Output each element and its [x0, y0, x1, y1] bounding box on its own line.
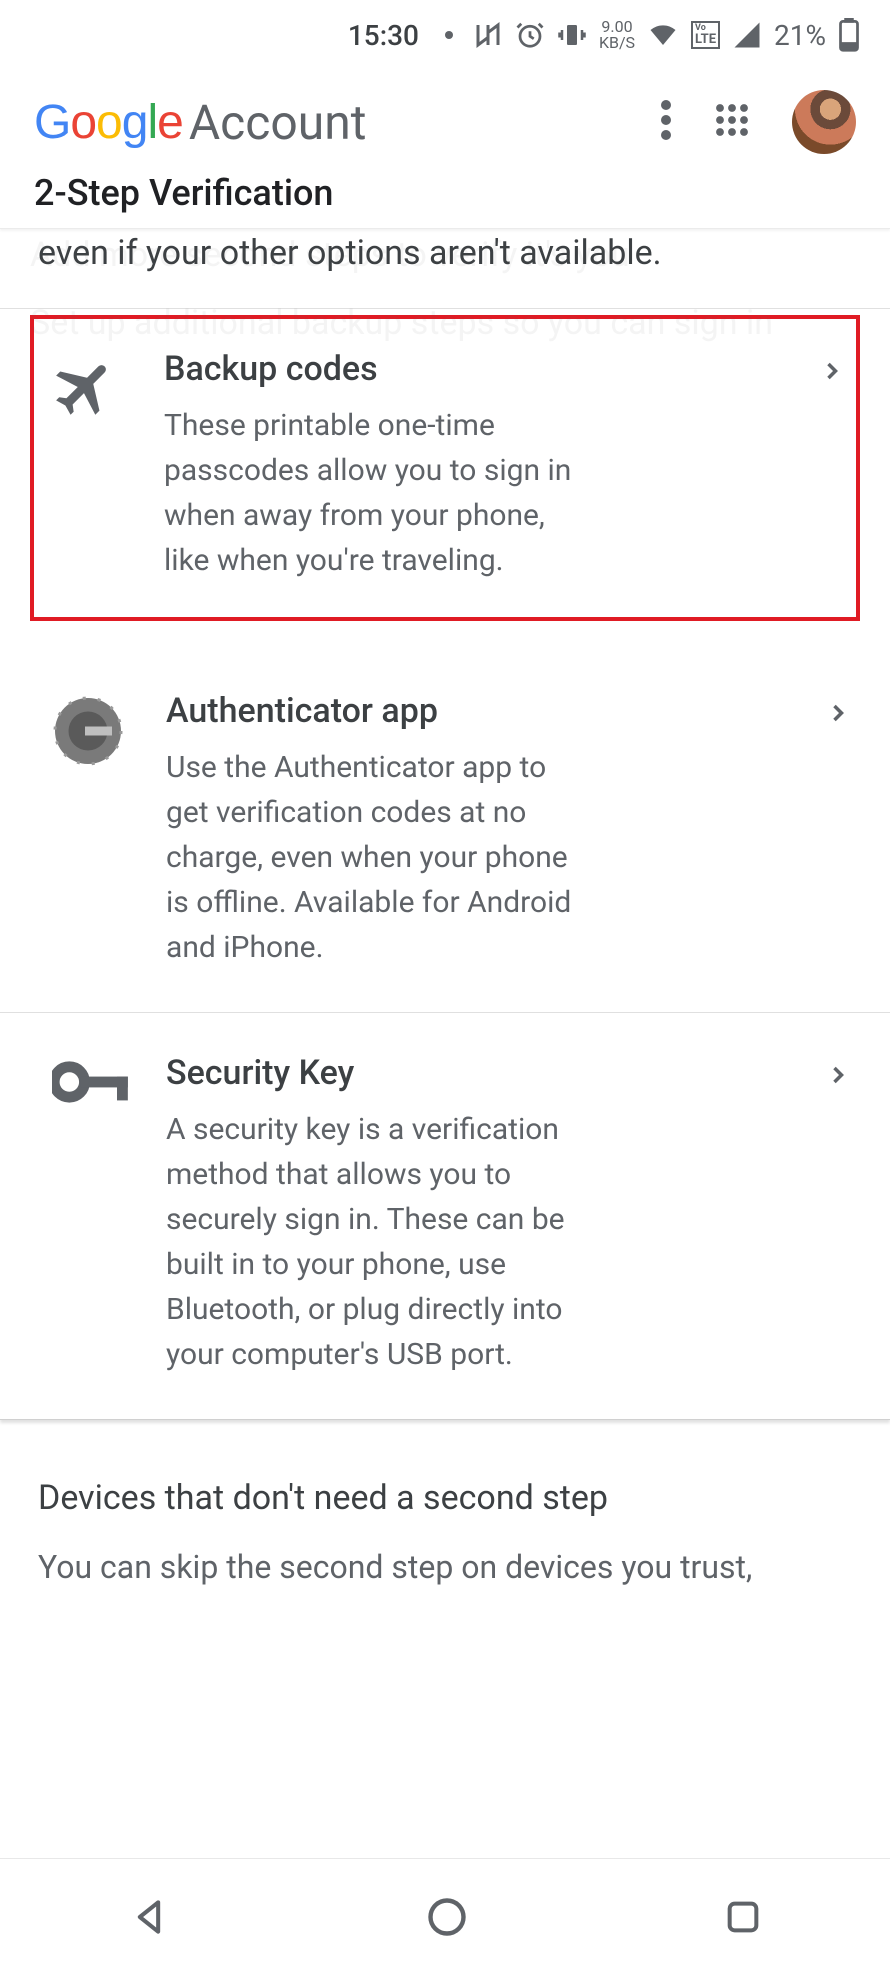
- google-logo: Google: [34, 95, 183, 150]
- option-authenticator-app[interactable]: Authenticator app Use the Authenticator …: [0, 651, 890, 1013]
- net-speed: 9.00 KB/S: [599, 19, 635, 51]
- vibrate-icon: [557, 20, 587, 50]
- volte-badge: VoLTE: [691, 21, 720, 49]
- chevron-right-icon: [818, 349, 846, 389]
- devices-section: Devices that don't need a second step Yo…: [0, 1420, 890, 1590]
- authenticator-icon: [52, 691, 130, 771]
- profile-avatar[interactable]: [792, 90, 856, 154]
- status-dot-icon: [445, 31, 453, 39]
- battery-icon: [838, 18, 860, 52]
- nfc-icon: [473, 20, 503, 50]
- option-description: Use the Authenticator app to get verific…: [166, 745, 576, 970]
- android-nav-bar: [0, 1858, 890, 1978]
- option-title: Backup codes: [164, 349, 574, 389]
- chevron-right-icon: [824, 691, 852, 731]
- option-title: Security Key: [166, 1053, 576, 1093]
- apps-grid-icon[interactable]: [714, 102, 750, 142]
- page-title: 2-Step Verification: [0, 166, 890, 228]
- intro-text: even if your other options aren't availa…: [0, 229, 890, 308]
- option-title: Authenticator app: [166, 691, 576, 731]
- option-security-key[interactable]: Security Key A security key is a verific…: [0, 1013, 890, 1420]
- option-description: A security key is a verification method …: [166, 1107, 576, 1377]
- signal-icon: [732, 20, 762, 50]
- devices-section-title: Devices that don't need a second step: [38, 1478, 852, 1518]
- status-time: 15:30: [348, 19, 419, 52]
- nav-back-button[interactable]: [127, 1895, 171, 1943]
- airplane-icon: [50, 349, 128, 427]
- net-speed-unit: KB/S: [599, 35, 635, 51]
- chevron-right-icon: [824, 1053, 852, 1093]
- overflow-menu-icon[interactable]: [660, 100, 672, 144]
- app-header: Google Account: [0, 62, 890, 166]
- wifi-icon: [647, 20, 679, 50]
- account-word: Account: [189, 94, 367, 151]
- devices-section-desc: You can skip the second step on devices …: [38, 1544, 852, 1590]
- nav-home-button[interactable]: [425, 1895, 469, 1943]
- battery-percent: 21%: [774, 19, 826, 52]
- option-description: These printable one-time passcodes allow…: [164, 403, 574, 583]
- option-backup-codes[interactable]: Backup codes These printable one-time pa…: [30, 315, 860, 621]
- status-bar: 15:30 9.00 KB/S VoLTE 21%: [0, 0, 890, 62]
- key-icon: [52, 1053, 130, 1111]
- alarm-icon: [515, 20, 545, 50]
- nav-recents-button[interactable]: [723, 1897, 763, 1941]
